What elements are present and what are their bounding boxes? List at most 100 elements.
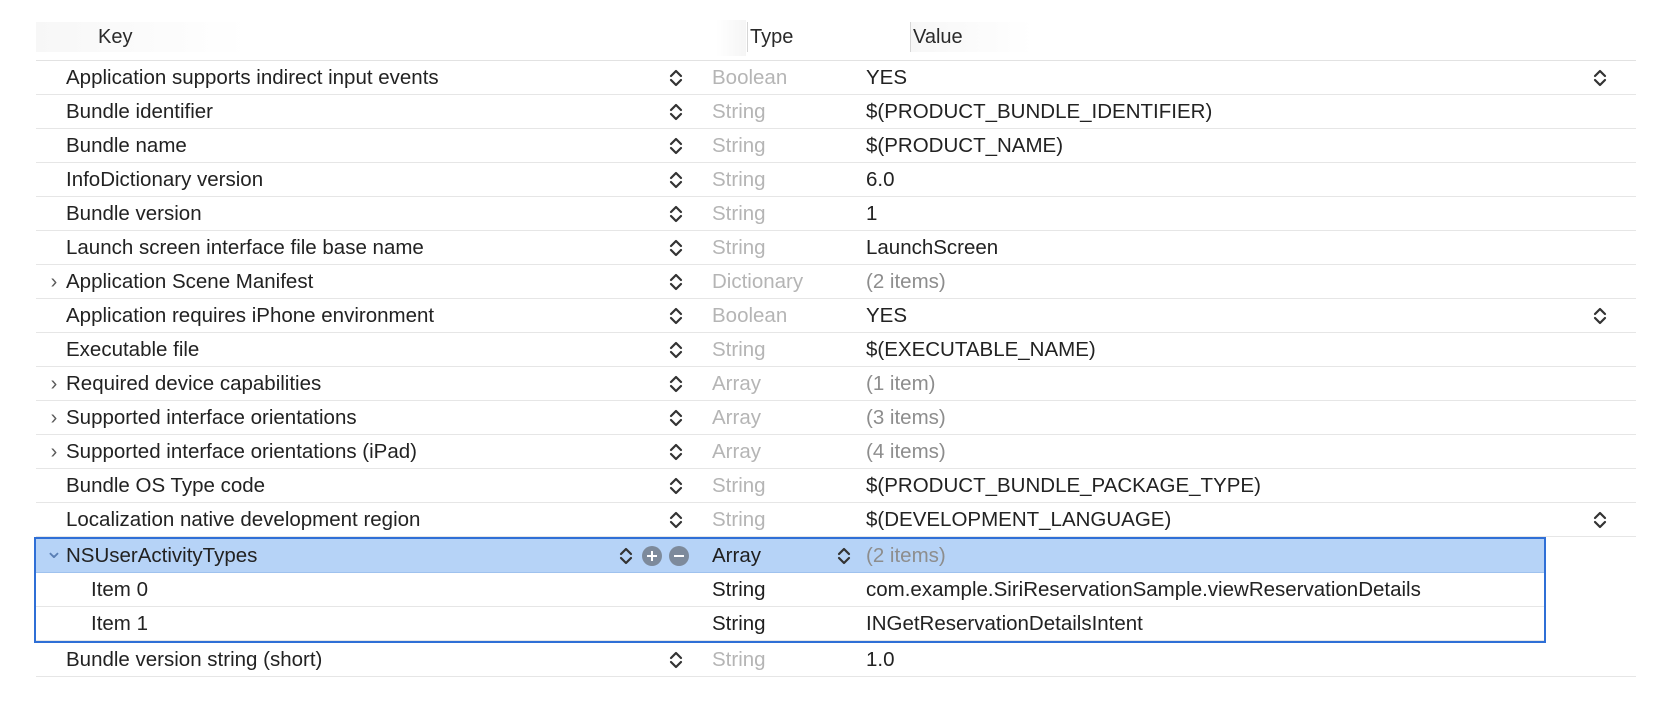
up-down-chevron-icon[interactable] (668, 401, 684, 435)
key-cell[interactable]: Executable file (66, 333, 199, 367)
key-cell[interactable]: Application Scene Manifest (66, 265, 313, 299)
type-cell[interactable]: Boolean (712, 299, 787, 333)
type-cell[interactable]: String (712, 573, 766, 607)
chevron-right-icon[interactable]: › (44, 435, 64, 469)
plist-row[interactable]: Bundle identifier String $(PRODUCT_BUNDLE_… (36, 95, 1636, 129)
plist-row[interactable]: Application supports indirect input even… (36, 61, 1636, 95)
plist-row[interactable]: Bundle version string (short) String 1.0 (36, 643, 1636, 677)
value-cell[interactable]: $(PRODUCT_NAME) (866, 129, 1063, 163)
up-down-chevron-icon[interactable] (668, 367, 684, 401)
plist-row[interactable]: Bundle version String 1 (36, 197, 1636, 231)
up-down-chevron-icon[interactable] (668, 231, 684, 265)
type-cell[interactable]: Array (712, 367, 761, 401)
plist-row[interactable]: Bundle OS Type code String $(PRODUCT_BUNDL… (36, 469, 1636, 503)
type-cell[interactable]: Boolean (712, 61, 787, 95)
value-cell[interactable]: YES (866, 61, 907, 95)
type-cell[interactable]: String (712, 503, 766, 537)
value-cell[interactable]: (1 item) (866, 367, 935, 401)
key-cell[interactable]: Bundle name (66, 129, 187, 163)
type-cell[interactable]: Dictionary (712, 265, 803, 299)
plist-row[interactable]: › Supported interface orientations (iPad)… (36, 435, 1636, 469)
array-item-row[interactable]: Item 0 String com.example.SiriReservationS… (36, 573, 1544, 607)
type-cell[interactable]: String (712, 643, 766, 677)
value-cell[interactable]: YES (866, 299, 907, 333)
type-cell[interactable]: String (712, 333, 766, 367)
plist-row[interactable]: › Required device capabilities Array (1 ite… (36, 367, 1636, 401)
type-cell[interactable]: Array (712, 435, 761, 469)
value-column-header[interactable]: Value (910, 22, 1033, 52)
value-cell[interactable]: (2 items) (866, 539, 946, 573)
type-cell[interactable]: Array (712, 401, 761, 435)
plist-row[interactable]: Executable file String $(EXECUTABLE_NAME) (36, 333, 1636, 367)
key-cell[interactable]: Bundle OS Type code (66, 469, 265, 503)
chevron-right-icon[interactable]: › (44, 401, 64, 435)
key-cell[interactable]: Application requires iPhone environment (66, 299, 434, 333)
plist-row[interactable]: Application requires iPhone environment B… (36, 299, 1636, 333)
key-cell[interactable]: Required device capabilities (66, 367, 321, 401)
key-cell[interactable]: Item 0 (91, 573, 148, 607)
type-cell[interactable]: String (712, 469, 766, 503)
value-cell[interactable]: 6.0 (866, 163, 895, 197)
up-down-chevron-icon[interactable] (668, 503, 684, 537)
selected-plist-row[interactable]: ⌄ NSUserActivityTypes Array (2 items) (36, 539, 1544, 573)
key-cell[interactable]: Application supports indirect input even… (66, 61, 439, 95)
key-column-header[interactable]: Key (36, 22, 248, 52)
value-cell[interactable]: $(PRODUCT_BUNDLE_IDENTIFIER) (866, 95, 1212, 129)
up-down-chevron-icon[interactable] (668, 299, 684, 333)
type-cell[interactable]: String (712, 95, 766, 129)
up-down-chevron-icon[interactable] (836, 539, 852, 573)
up-down-chevron-icon[interactable] (1592, 299, 1608, 333)
up-down-chevron-icon[interactable] (668, 333, 684, 367)
type-cell[interactable]: Array (712, 539, 761, 573)
value-cell[interactable]: (4 items) (866, 435, 946, 469)
up-down-chevron-icon[interactable] (668, 197, 684, 231)
up-down-chevron-icon[interactable] (668, 435, 684, 469)
value-cell[interactable]: $(PRODUCT_BUNDLE_PACKAGE_TYPE) (866, 469, 1261, 503)
type-cell[interactable]: String (712, 163, 766, 197)
up-down-chevron-icon[interactable] (668, 469, 684, 503)
value-cell[interactable]: com.example.SiriReservationSample.viewRe… (866, 573, 1421, 607)
value-cell[interactable]: 1.0 (866, 643, 895, 677)
type-column-header[interactable]: Type (747, 22, 900, 52)
up-down-chevron-icon[interactable] (1592, 503, 1608, 537)
key-cell[interactable]: Localization native development region (66, 503, 420, 537)
key-cell[interactable]: Item 1 (91, 607, 148, 641)
key-cell[interactable]: Supported interface orientations (66, 401, 357, 435)
type-cell[interactable]: String (712, 197, 766, 231)
key-cell[interactable]: Launch screen interface file base name (66, 231, 424, 265)
up-down-chevron-icon[interactable] (668, 643, 684, 677)
value-cell[interactable]: (3 items) (866, 401, 946, 435)
chevron-right-icon[interactable]: › (44, 265, 64, 299)
key-cell[interactable]: Bundle identifier (66, 95, 213, 129)
type-cell[interactable]: String (712, 231, 766, 265)
type-cell[interactable]: String (712, 129, 766, 163)
array-item-row[interactable]: Item 1 String INGetReservationDetailsInten… (36, 607, 1544, 641)
up-down-chevron-icon[interactable] (668, 265, 684, 299)
up-down-chevron-icon[interactable] (618, 539, 634, 573)
up-down-chevron-icon[interactable] (668, 163, 684, 197)
chevron-down-icon[interactable]: ⌄ (44, 539, 64, 563)
minus-circle-icon[interactable] (669, 546, 689, 566)
value-cell[interactable]: $(EXECUTABLE_NAME) (866, 333, 1096, 367)
value-cell[interactable]: INGetReservationDetailsIntent (866, 607, 1143, 641)
plist-row[interactable]: › Application Scene Manifest Dictionary (2 … (36, 265, 1636, 299)
value-cell[interactable]: LaunchScreen (866, 231, 998, 265)
up-down-chevron-icon[interactable] (668, 61, 684, 95)
key-cell[interactable]: Bundle version string (short) (66, 643, 322, 677)
key-cell[interactable]: Bundle version (66, 197, 202, 231)
type-cell[interactable]: String (712, 607, 766, 641)
plist-row[interactable]: InfoDictionary version String 6.0 (36, 163, 1636, 197)
up-down-chevron-icon[interactable] (668, 129, 684, 163)
plus-circle-icon[interactable] (642, 546, 662, 566)
plist-row[interactable]: Bundle name String $(PRODUCT_NAME) (36, 129, 1636, 163)
plist-row[interactable]: › Supported interface orientations Array (3… (36, 401, 1636, 435)
key-cell[interactable]: InfoDictionary version (66, 163, 263, 197)
up-down-chevron-icon[interactable] (1592, 61, 1608, 95)
value-cell[interactable]: 1 (866, 197, 877, 231)
key-cell[interactable]: Supported interface orientations (iPad) (66, 435, 417, 469)
value-cell[interactable]: (2 items) (866, 265, 946, 299)
key-cell[interactable]: NSUserActivityTypes (66, 539, 257, 573)
value-cell[interactable]: $(DEVELOPMENT_LANGUAGE) (866, 503, 1171, 537)
plist-row[interactable]: Launch screen interface file base name St… (36, 231, 1636, 265)
chevron-right-icon[interactable]: › (44, 367, 64, 401)
